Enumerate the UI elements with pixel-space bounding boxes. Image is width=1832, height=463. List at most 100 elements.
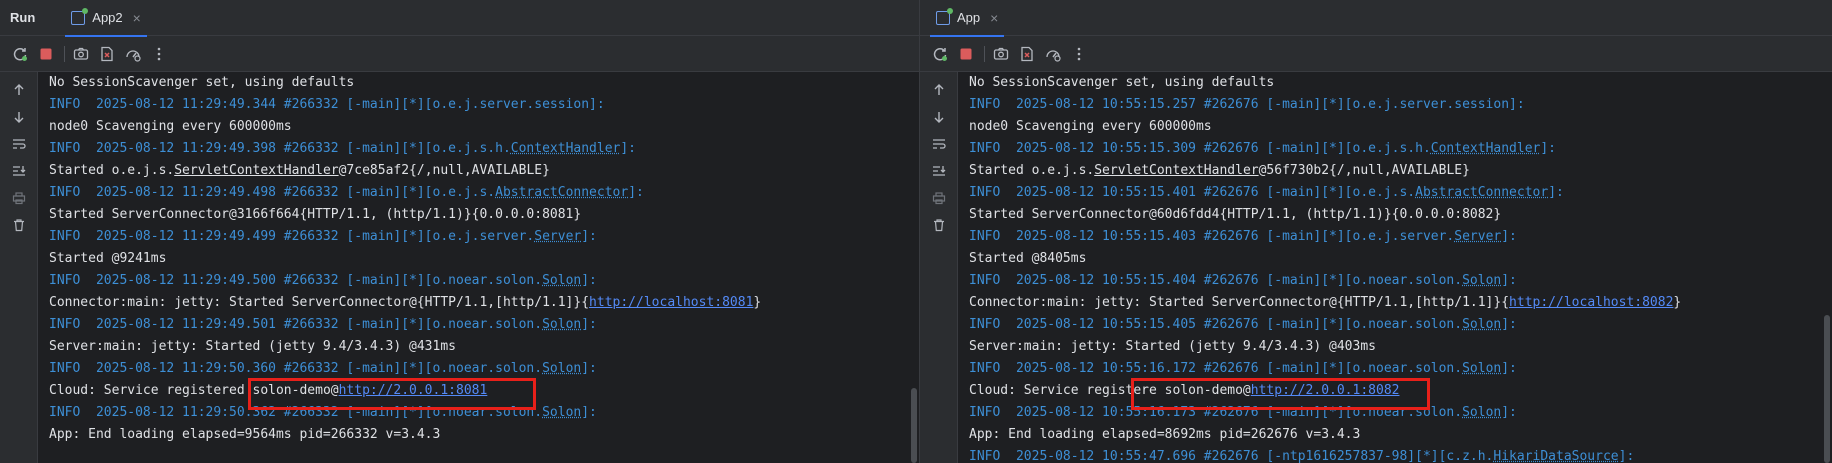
console-output[interactable]: No SessionScavenger set, using defaults I… [958,72,1832,463]
log-message-line: node0 Scavenging every 600000ms [38,116,919,138]
trash-icon[interactable] [9,215,29,235]
camera-icon[interactable] [71,44,91,64]
url-link[interactable]: http://2.0.0.1:8082 [1251,383,1400,398]
trash-icon[interactable] [929,215,949,235]
class-reference[interactable]: Server [534,229,581,244]
log-text: ]: [620,141,637,156]
tab-label: App [957,10,981,25]
console-output[interactable]: No SessionScavenger set, using defaults I… [38,72,919,463]
tab-app2[interactable]: App2 × [65,0,147,37]
log-text: INFO 2025-08-12 10:55:16.172 #262676 [-m… [969,361,1463,376]
log-text: ]: [581,361,597,376]
log-header-line: INFO 2025-08-12 11:29:49.500 #266332 [-m… [38,270,919,292]
arrow-down-icon[interactable] [929,107,949,127]
log-header-line: INFO 2025-08-12 10:55:15.403 #262676 [-m… [958,226,1832,248]
class-reference[interactable]: Solon [542,361,581,376]
log-text: ]: [628,185,644,200]
class-reference[interactable]: ServletContextHandler [1094,163,1258,178]
class-reference[interactable]: AbstractConnector [495,185,628,200]
url-link[interactable]: http://localhost:8082 [1509,295,1673,310]
arrow-up-icon[interactable] [929,80,949,100]
run-tool-title: Run [10,10,36,25]
log-text: INFO 2025-08-12 11:29:49.344 #266332 [-m… [49,97,605,112]
scroll-to-end-icon[interactable] [929,161,949,181]
ide-window: Run App2 × No SessionScavenger set, usin… [0,0,1832,463]
log-text: ]: [581,405,597,420]
log-text: Server:main: jetty: Started (jetty 9.4/3… [49,339,456,354]
class-reference[interactable]: Solon [1462,273,1501,288]
log-text: INFO 2025-08-12 10:55:16.173 #262676 [-m… [969,405,1463,420]
log-text: Started @9241ms [49,251,167,266]
log-text: ]: [1501,361,1517,376]
close-icon[interactable]: × [133,10,141,26]
run-toolbar [920,36,1832,72]
url-link[interactable]: http://localhost:8081 [589,295,753,310]
rerun-icon[interactable] [930,44,950,64]
class-reference[interactable]: Solon [1462,405,1501,420]
log-text: No SessionScavenger set, using defaults [49,75,355,90]
close-icon[interactable]: × [990,10,998,26]
more-icon[interactable] [149,44,169,64]
run-tabbar: Run App2 × [0,0,919,37]
log-text: Started o.e.j.s. [969,163,1095,178]
profiler-icon[interactable] [123,44,143,64]
scroll-to-end-icon[interactable] [9,161,29,181]
log-text: INFO 2025-08-12 11:29:49.499 #266332 [-m… [49,229,535,244]
camera-icon[interactable] [991,44,1011,64]
log-text: INFO 2025-08-12 10:55:15.401 #262676 [-m… [969,185,1416,200]
run-config-icon [71,7,89,25]
console-scrollbar[interactable] [1824,315,1830,463]
log-text: ]: [1618,449,1635,463]
class-reference[interactable]: Server [1454,229,1501,244]
print-icon[interactable] [929,188,949,208]
tab-label: App2 [92,10,123,25]
class-reference[interactable]: Solon [1462,361,1501,376]
class-reference[interactable]: Solon [542,317,581,332]
tab-app[interactable]: App × [930,0,1005,37]
log-header-line: INFO 2025-08-12 10:55:15.401 #262676 [-m… [958,182,1832,204]
stop-icon[interactable] [956,44,976,64]
log-header-line: INFO 2025-08-12 11:29:49.499 #266332 [-m… [38,226,919,248]
profiler-icon[interactable] [1043,44,1063,64]
log-message-line: Server:main: jetty: Started (jetty 9.4/3… [38,336,919,358]
soft-wrap-icon[interactable] [9,134,29,154]
arrow-up-icon[interactable] [9,80,29,100]
url-link[interactable]: http://2.0.0.1:8081 [339,383,488,398]
class-reference[interactable]: ContextHandler [511,141,621,156]
log-message-line: Started @9241ms [38,248,919,270]
class-reference[interactable]: AbstractConnector [1415,185,1548,200]
log-text: } [753,295,762,310]
log-message-line: Connector:main: jetty: Started ServerCon… [38,292,919,314]
stop-icon[interactable] [36,44,56,64]
dump-icon[interactable] [1017,44,1037,64]
run-toolbar [0,36,919,72]
log-text: INFO 2025-08-12 10:55:15.309 #262676 [-m… [969,141,1431,156]
run-config-icon [936,7,953,25]
class-reference[interactable]: Solon [1462,317,1501,332]
log-text: } [1673,295,1682,310]
arrow-down-icon[interactable] [9,107,29,127]
class-reference[interactable]: Solon [542,405,581,420]
log-text: INFO 2025-08-12 10:55:15.403 #262676 [-m… [969,229,1455,244]
log-text: ]: [1501,317,1517,332]
log-text: App: End loading elapsed=8692ms pid=2626… [969,427,1361,442]
soft-wrap-icon[interactable] [929,134,949,154]
class-reference[interactable]: ServletContextHandler [174,163,338,178]
toolbar-separator [984,45,985,62]
print-icon[interactable] [9,188,29,208]
dump-icon[interactable] [97,44,117,64]
class-reference[interactable]: HikariDataSource [1493,449,1618,463]
log-message-line: Started o.e.j.s.ServletContextHandler@7c… [38,160,919,182]
class-reference[interactable]: ContextHandler [1431,141,1541,156]
rerun-icon[interactable] [10,44,30,64]
log-text: Started @8405ms [969,251,1087,266]
log-header-line: INFO 2025-08-12 10:55:15.404 #262676 [-m… [958,270,1832,292]
console-scrollbar[interactable] [911,388,917,463]
log-message-line: Connector:main: jetty: Started ServerCon… [958,292,1832,314]
class-reference[interactable]: Solon [542,273,581,288]
log-message-line: Started ServerConnector@60d6fdd4{HTTP/1.… [958,204,1832,226]
log-text: Connector:main: jetty: Started ServerCon… [49,295,590,310]
log-message-line: App: End loading elapsed=8692ms pid=2626… [958,424,1832,446]
log-message-line: Server:main: jetty: Started (jetty 9.4/3… [958,336,1832,358]
more-icon[interactable] [1069,44,1089,64]
